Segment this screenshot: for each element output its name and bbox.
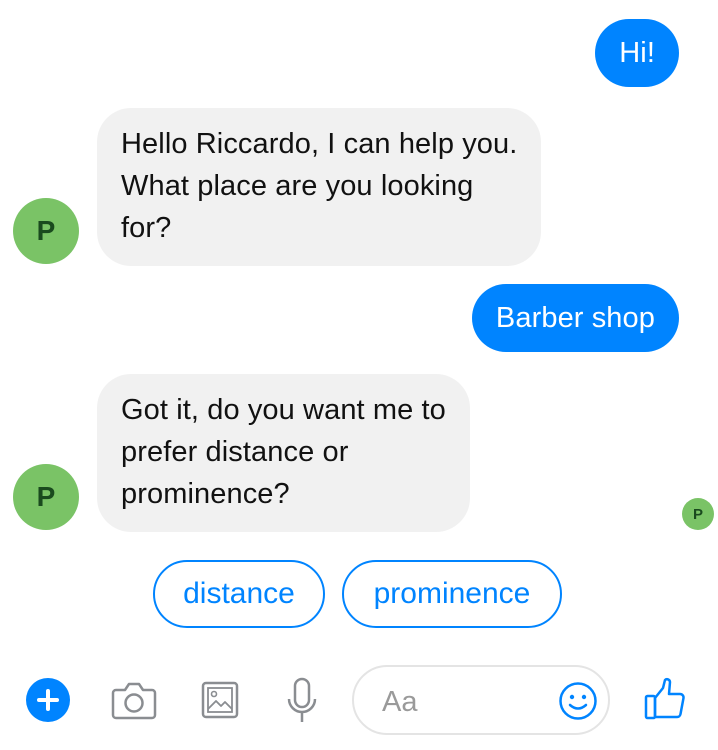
emoji-icon [559,682,597,720]
message-text: Barber shop [495,302,655,334]
avatar-letter: P [36,481,56,512]
quick-reply-label: prominence [373,577,531,610]
avatar-letter: P [36,215,56,246]
bot-avatar[interactable]: P [13,464,79,530]
plus-button[interactable] [24,676,72,724]
message-line: for? [121,212,172,244]
plus-icon [26,678,70,722]
message-line: prefer distance or [121,436,349,468]
quick-reply-distance[interactable]: distance [153,560,325,628]
microphone-icon [287,677,317,722]
outgoing-message: Hi! [595,19,679,87]
message-text: Hi! [619,37,655,69]
camera-icon [111,682,157,720]
incoming-message: Hello Riccardo, I can help you. What pla… [97,108,542,266]
emoji-button[interactable] [558,681,598,721]
message-line: Hello Riccardo, I can help you. [121,128,518,160]
like-button[interactable] [643,676,687,722]
quick-reply-label: distance [183,577,295,610]
microphone-button[interactable] [284,676,320,726]
incoming-message: Got it, do you want me to prefer distanc… [97,374,470,532]
message-line: Got it, do you want me to [121,394,446,426]
message-line: prominence? [121,478,290,510]
message-line: What place are you looking [121,170,474,202]
camera-button[interactable] [110,678,158,722]
read-receipt-avatar: P [682,498,714,530]
outgoing-message: Barber shop [471,284,679,352]
read-receipt-letter: P [692,505,703,523]
thumbs-up-icon [644,678,685,720]
message-composer[interactable] [352,665,610,735]
message-input[interactable] [380,679,554,725]
bot-avatar[interactable]: P [13,198,79,264]
quick-reply-prominence[interactable]: prominence [342,560,562,628]
image-icon [201,681,239,719]
gallery-button[interactable] [200,678,240,722]
